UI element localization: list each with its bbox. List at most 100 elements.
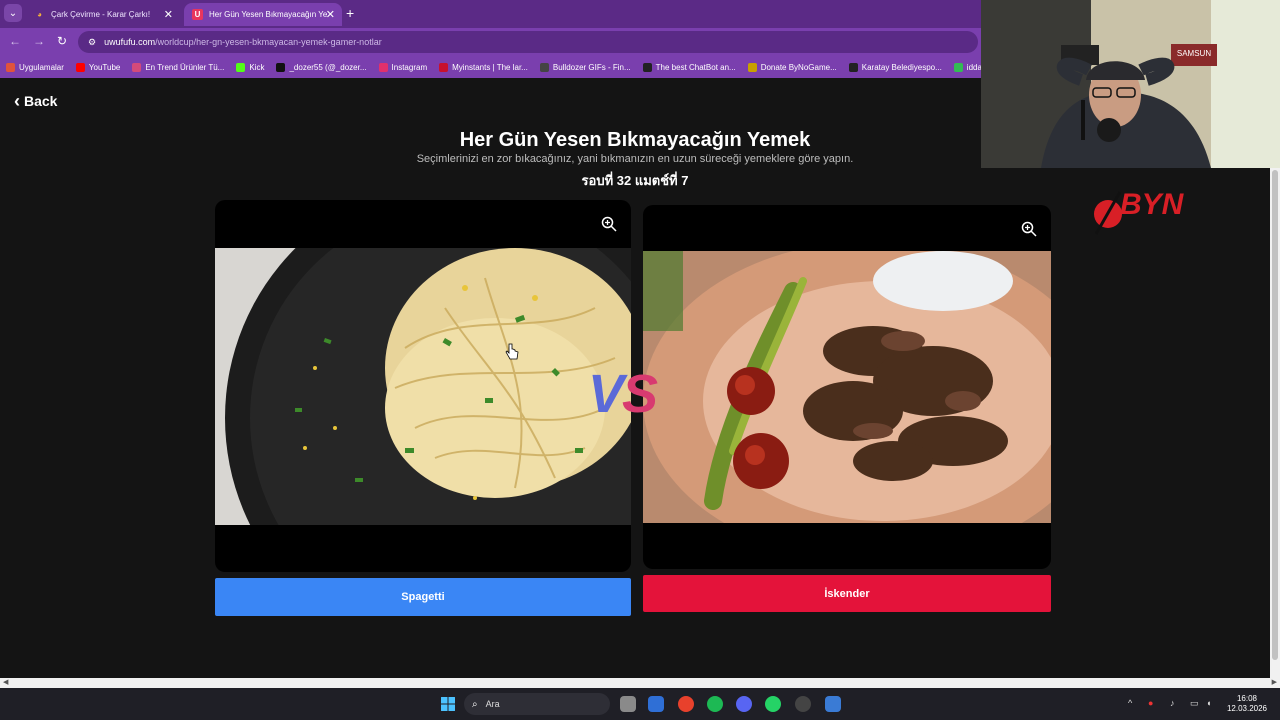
scroll-left-icon[interactable]: ◀ (3, 678, 8, 686)
spotify-icon[interactable] (707, 696, 723, 712)
scroll-right-icon[interactable]: ▶ (1272, 678, 1277, 686)
store-icon[interactable] (648, 696, 664, 712)
youtube-icon (75, 62, 85, 72)
whatsapp-icon[interactable] (765, 696, 781, 712)
check-icon (848, 62, 858, 72)
chatbot-icon (642, 62, 652, 72)
bookmark-item[interactable]: En Trend Ürünler Tü... (132, 62, 225, 72)
tab-search-dropdown[interactable]: ⌄ (4, 4, 22, 22)
back-button[interactable]: ‹ Back (14, 91, 58, 111)
cam-sign-text: SAMSUN (1177, 49, 1211, 58)
tiktok-icon (276, 62, 286, 72)
close-tab-icon[interactable]: ✕ (164, 8, 173, 21)
bookmark-item[interactable]: idda (953, 62, 982, 72)
taskbar-search[interactable]: ⌕ Ara (464, 693, 610, 715)
clock-date: 12.03.2026 (1226, 704, 1268, 713)
bookmark-label: Myinstants | The lar... (452, 62, 528, 72)
bookmark-label: En Trend Ürünler Tü... (145, 62, 225, 72)
page-content: ‹ Back Her Gün Yesen Bıkmayacağın Yemek … (0, 80, 1270, 678)
left-choice-card[interactable] (215, 200, 631, 572)
giphy-icon (539, 62, 549, 72)
bookmark-label: The best ChatBot an... (655, 62, 736, 72)
bookmark-item[interactable]: Karatay Belediyespo... (848, 62, 942, 72)
volume-icon[interactable]: ◖ (1206, 698, 1211, 708)
taskbar: ⌕ Ara ^ ● ♪ ▭ ◖ 16:08 12.03.2026 (0, 688, 1280, 720)
bookmark-label: YouTube (88, 62, 121, 72)
bet-icon (953, 62, 963, 72)
instagram-icon (378, 62, 388, 72)
logo-text: BYN (1120, 188, 1185, 221)
shop-icon (132, 62, 142, 72)
app-icon-2[interactable] (825, 696, 841, 712)
app-icon[interactable] (795, 696, 811, 712)
discord-icon[interactable] (736, 696, 752, 712)
tab-label: Her Gün Yesen Bıkmayacağın Ye (209, 10, 328, 19)
right-choice-card[interactable] (643, 205, 1051, 569)
versus-badge: VS (588, 363, 658, 425)
bookmark-label: idda (966, 62, 982, 72)
bookmark-label: Bulldozer GIFs - Fin... (552, 62, 631, 72)
bookmark-item[interactable]: The best ChatBot an... (642, 62, 736, 72)
back-label: Back (24, 93, 58, 109)
zoom-in-icon[interactable] (601, 216, 617, 232)
tab-label: Çark Çevirme - Karar Çarkı! (51, 10, 151, 19)
network-icon[interactable]: ▭ (1190, 698, 1199, 709)
address-bar[interactable]: ⚙ uwufufu.com/worldcup/her-gn-yesen-bkma… (78, 31, 978, 53)
url-path: /worldcup/her-gn-yesen-bkmayacan-yemek-g… (155, 37, 382, 47)
bookmark-item[interactable]: Donate ByNoGame... (747, 62, 837, 72)
back-arrow-icon[interactable]: ← (9, 34, 21, 48)
screen: ⌄ ◕ Çark Çevirme - Karar Çarkı! ✕ U Her … (0, 0, 1280, 720)
microphone-icon[interactable]: ♪ (1170, 698, 1175, 708)
bynogame-icon (747, 62, 757, 72)
task-view-icon[interactable] (620, 696, 636, 712)
chrome-icon[interactable] (678, 696, 694, 712)
bookmark-item[interactable]: Kick (236, 62, 265, 72)
round-indicator: รอบที่ 32 แมตช์ที่ 7 (581, 173, 689, 188)
bookmark-item[interactable]: Myinstants | The lar... (439, 62, 528, 72)
vertical-scrollbar[interactable] (1270, 80, 1280, 678)
bookmark-item[interactable]: Bulldozer GIFs - Fin... (539, 62, 631, 72)
forward-arrow-icon[interactable]: → (33, 34, 45, 48)
spaghetti-image[interactable] (215, 248, 631, 525)
iskender-image[interactable] (643, 251, 1051, 523)
vs-letter-v: V (588, 364, 624, 424)
bookmark-label: Instagram (391, 62, 428, 72)
horizontal-scrollbar[interactable]: ◀ ▶ (0, 678, 1280, 688)
clock-time: 16:08 (1236, 694, 1258, 703)
streamer-logo: BYN (1094, 188, 1185, 235)
tray-chevron-icon[interactable]: ^ (1128, 698, 1132, 708)
search-placeholder: Ara (485, 699, 500, 709)
tab-her-gun-yesen[interactable]: U Her Gün Yesen Bıkmayacağın Ye ✕ (184, 3, 342, 26)
vs-letter-s: S (622, 364, 658, 424)
tab-karar-carki[interactable]: ◕ Çark Çevirme - Karar Çarkı! ✕ (26, 3, 180, 26)
chevron-left-icon: ‹ (14, 91, 20, 111)
bookmark-label: _dozer55 (@_dozer... (289, 62, 367, 72)
close-tab-icon[interactable]: ✕ (326, 8, 335, 21)
url-text: uwufufu.com/worldcup/her-gn-yesen-bkmaya… (104, 37, 382, 47)
myinstants-icon (439, 62, 449, 72)
zoom-in-icon[interactable] (1021, 221, 1037, 237)
url-host: uwufufu.com (104, 37, 156, 47)
windows-start-icon[interactable] (440, 696, 456, 712)
choose-spagetti-button[interactable]: Spagetti (215, 578, 631, 616)
tray-app-icon[interactable]: ● (1148, 698, 1153, 708)
hand-cursor-icon (505, 343, 519, 360)
site-info-icon[interactable]: ⚙ (88, 37, 96, 48)
webcam-overlay: SAMSUN (981, 0, 1280, 168)
bookmark-label: Kick (249, 62, 265, 72)
bookmark-label: Karatay Belediyespo... (861, 62, 942, 72)
bookmark-label: Uygulamalar (19, 62, 64, 72)
scrollbar-thumb[interactable] (1272, 170, 1278, 660)
bookmark-item[interactable]: Instagram (378, 62, 428, 72)
system-clock[interactable]: 16:08 12.03.2026 (1222, 694, 1272, 714)
bookmark-label: Donate ByNoGame... (760, 62, 837, 72)
reload-icon[interactable]: ↻ (57, 34, 67, 48)
apps-grid-icon (6, 62, 15, 72)
uwufufu-favicon-icon: U (192, 9, 203, 20)
bookmark-item[interactable]: YouTube (75, 62, 121, 72)
search-icon: ⌕ (472, 698, 478, 710)
bookmark-item[interactable]: Uygulamalar (6, 62, 64, 72)
choose-iskender-button[interactable]: İskender (643, 575, 1051, 612)
new-tab-icon[interactable]: + (346, 5, 354, 21)
bookmark-item[interactable]: _dozer55 (@_dozer... (276, 62, 367, 72)
